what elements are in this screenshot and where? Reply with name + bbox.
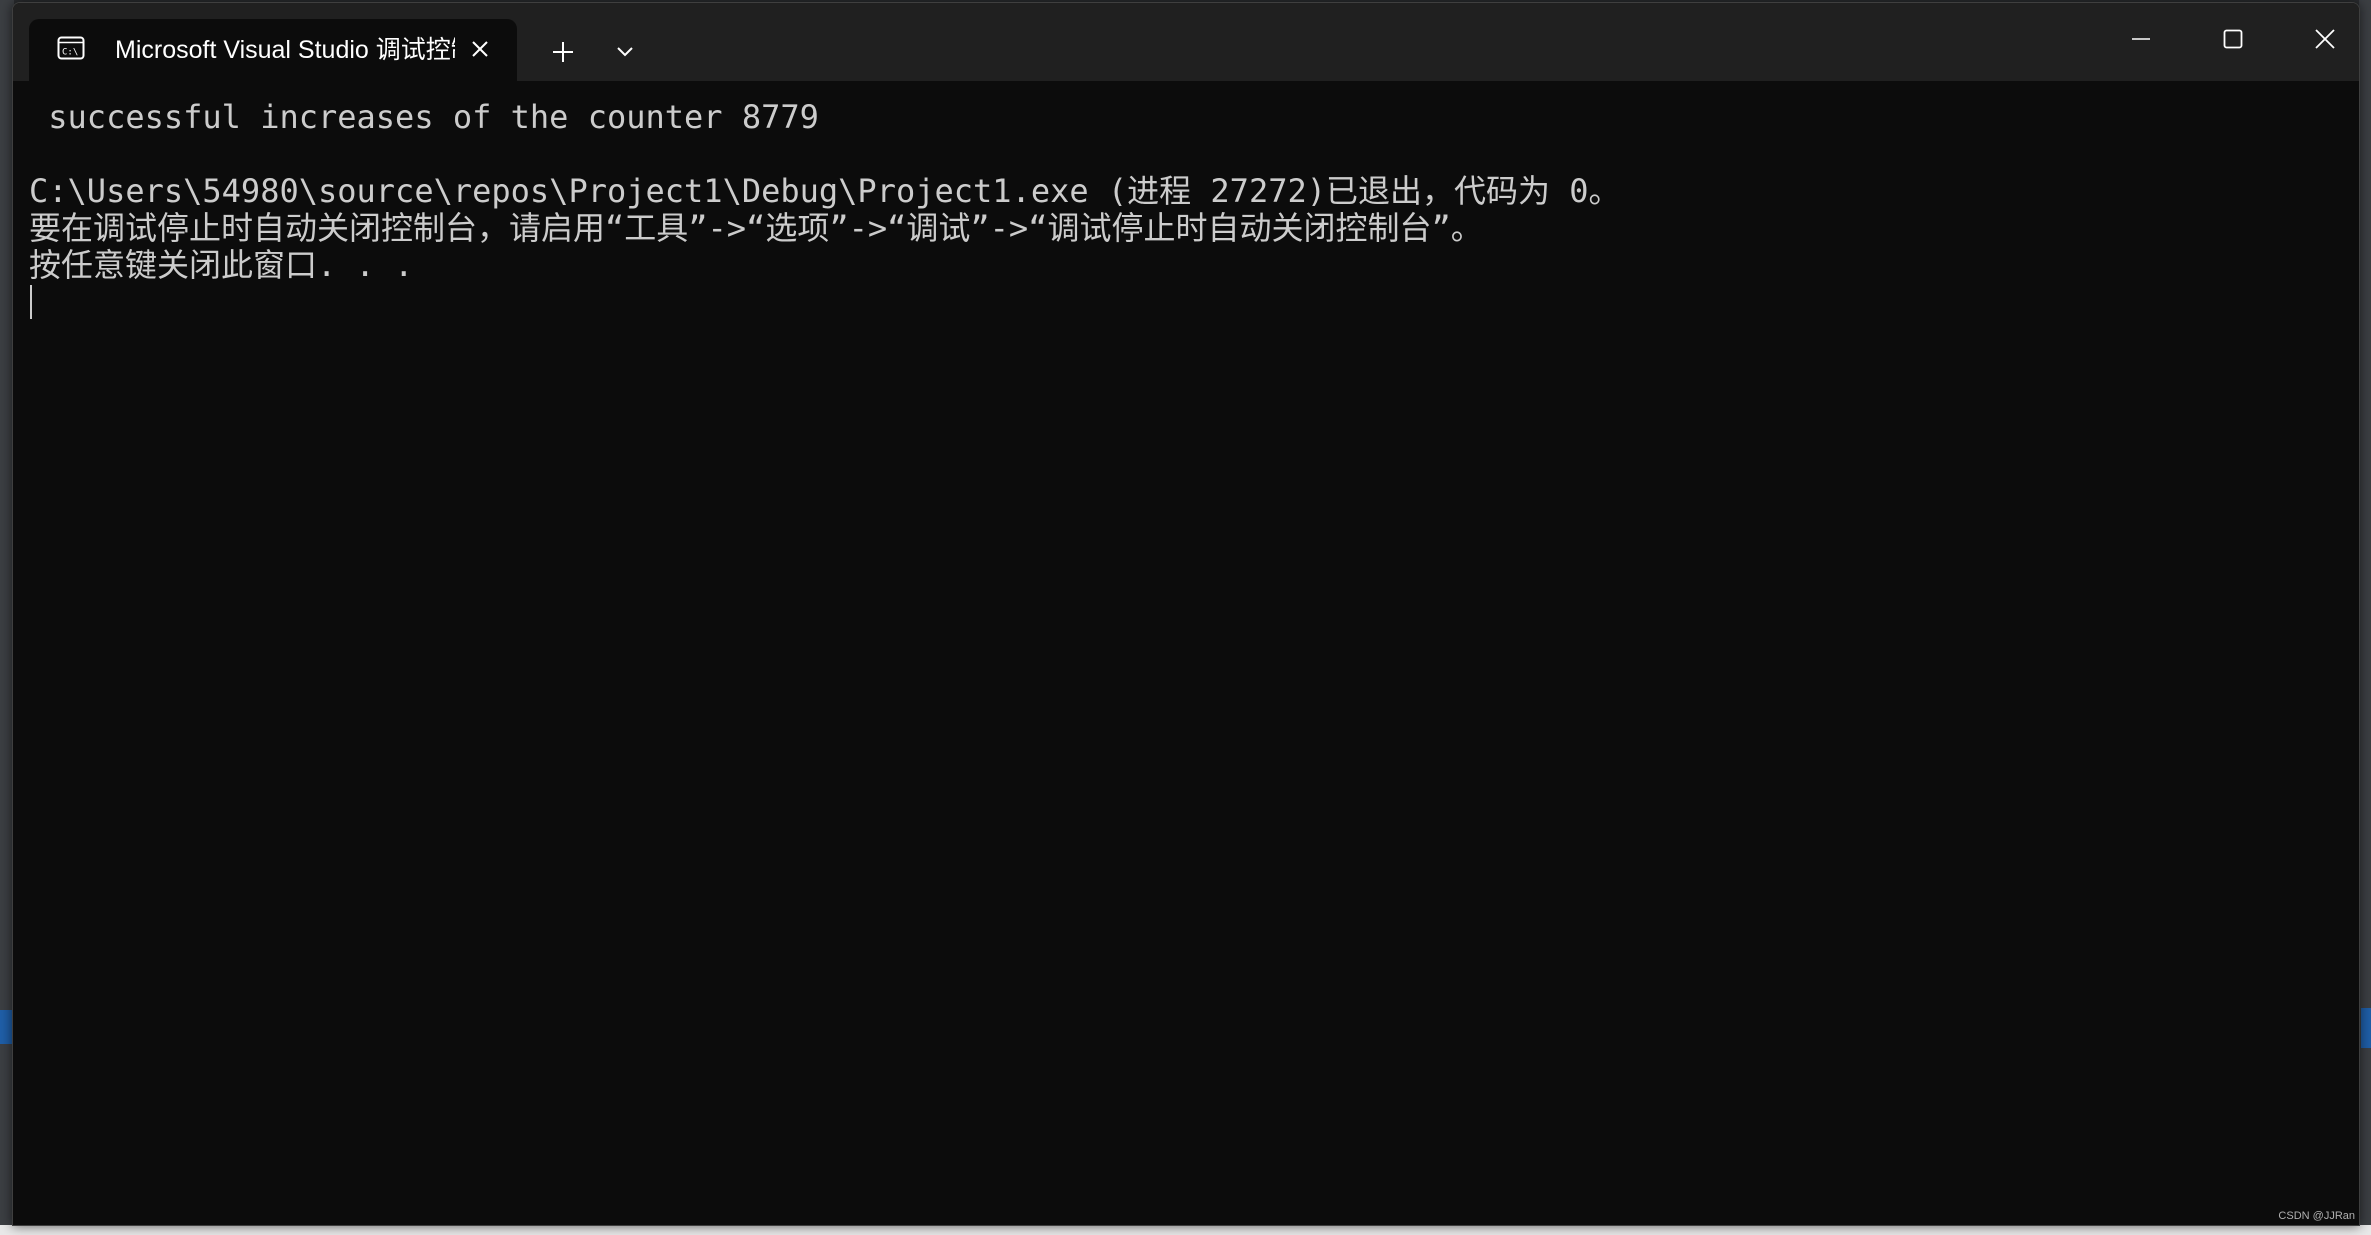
text-cursor bbox=[30, 285, 32, 319]
chevron-down-icon[interactable] bbox=[605, 32, 645, 72]
minimize-button[interactable] bbox=[2095, 3, 2187, 79]
console-line: successful increases of the counter 8779 bbox=[29, 98, 819, 136]
close-icon[interactable] bbox=[463, 32, 497, 66]
console-output[interactable]: successful increases of the counter 8779… bbox=[13, 81, 2359, 1225]
svg-text:C:\: C:\ bbox=[62, 48, 78, 58]
console-icon: C:\ bbox=[57, 36, 85, 60]
console-line: 要在调试停止时自动关闭控制台，请启用“工具”->“选项”->“调试”->“调试停… bbox=[29, 209, 1483, 247]
tab-title: Microsoft Visual Studio 调试控制台 bbox=[115, 36, 455, 64]
title-bar[interactable]: C:\ Microsoft Visual Studio 调试控制台 bbox=[13, 3, 2359, 81]
console-line: C:\Users\54980\source\repos\Project1\Deb… bbox=[29, 172, 1621, 210]
maximize-icon bbox=[2223, 29, 2243, 53]
plus-icon[interactable] bbox=[543, 32, 583, 72]
close-icon bbox=[2314, 28, 2336, 54]
close-window-button[interactable] bbox=[2279, 3, 2359, 79]
background-editor-edge-right bbox=[2359, 0, 2371, 1235]
background-selection-mark bbox=[0, 1010, 12, 1044]
tab-debug-console[interactable]: C:\ Microsoft Visual Studio 调试控制台 bbox=[29, 19, 517, 81]
background-status-edge bbox=[0, 1225, 2371, 1235]
minimize-icon bbox=[2131, 29, 2151, 53]
terminal-window: C:\ Microsoft Visual Studio 调试控制台 bbox=[12, 2, 2360, 1226]
watermark: CSDN @JJRan bbox=[2278, 1210, 2355, 1222]
console-line: 按任意键关闭此窗口. . . bbox=[29, 246, 414, 284]
maximize-button[interactable] bbox=[2187, 3, 2279, 79]
background-selection-mark bbox=[2361, 1008, 2371, 1048]
